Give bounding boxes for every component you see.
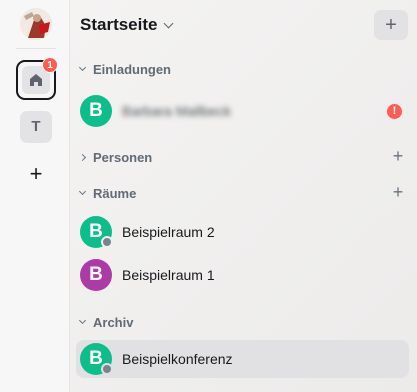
user-avatar-image bbox=[20, 8, 52, 40]
space-t-button[interactable]: T bbox=[20, 111, 52, 143]
add-room-button[interactable]: + bbox=[374, 10, 408, 40]
section-rooms-header[interactable]: Räume bbox=[78, 183, 137, 203]
plus-icon: + bbox=[29, 161, 43, 186]
room-avatar: B bbox=[80, 259, 112, 291]
invite-room-item[interactable]: B Barbara Mallbeck ! bbox=[76, 92, 409, 130]
room-avatar: B bbox=[80, 95, 112, 127]
chevron-right-icon bbox=[78, 153, 87, 161]
section-label: Archiv bbox=[93, 314, 134, 330]
globe-icon bbox=[101, 363, 113, 375]
invite-badge: ! bbox=[387, 104, 402, 119]
section-label: Räume bbox=[93, 185, 137, 201]
plus-icon: + bbox=[385, 14, 397, 36]
plus-icon: + bbox=[392, 146, 404, 166]
page-title: Startseite bbox=[80, 15, 158, 34]
spaces-sidebar: 1 T + bbox=[0, 0, 70, 392]
plus-icon: + bbox=[392, 182, 404, 202]
room-item-beispielraum-1[interactable]: B Beispielraum 1 bbox=[76, 256, 409, 294]
divider bbox=[16, 48, 56, 49]
chevron-down-icon bbox=[78, 316, 87, 325]
add-room-section-button[interactable]: + bbox=[388, 182, 408, 202]
room-item-beispielraum-2[interactable]: B Beispielraum 2 bbox=[76, 213, 409, 251]
notification-badge: 1 bbox=[42, 57, 58, 73]
chevron-down-icon bbox=[78, 63, 87, 72]
add-person-button[interactable]: + bbox=[388, 146, 408, 166]
section-archive-header[interactable]: Archiv bbox=[78, 312, 134, 332]
room-name: Beispielraum 2 bbox=[122, 224, 215, 240]
room-name: Beispielraum 1 bbox=[122, 267, 215, 283]
section-label: Einladungen bbox=[93, 61, 171, 77]
section-invites-header[interactable]: Einladungen bbox=[78, 59, 171, 79]
room-name: Beispielkonferenz bbox=[122, 351, 233, 367]
section-label: Personen bbox=[93, 149, 153, 165]
chevron-down-icon bbox=[78, 187, 87, 196]
globe-icon bbox=[101, 236, 113, 248]
room-item-beispielkonferenz[interactable]: B Beispielkonferenz bbox=[76, 340, 409, 378]
home-menu-button[interactable]: Startseite bbox=[80, 14, 174, 36]
add-space-button[interactable]: + bbox=[24, 163, 48, 187]
user-avatar[interactable] bbox=[20, 8, 52, 40]
chevron-down-icon bbox=[164, 18, 174, 28]
room-list: Startseite + Einladungen B Barbara Mallb… bbox=[70, 0, 417, 392]
room-name: Barbara Mallbeck bbox=[122, 103, 231, 119]
section-people-header[interactable]: Personen bbox=[78, 147, 153, 167]
